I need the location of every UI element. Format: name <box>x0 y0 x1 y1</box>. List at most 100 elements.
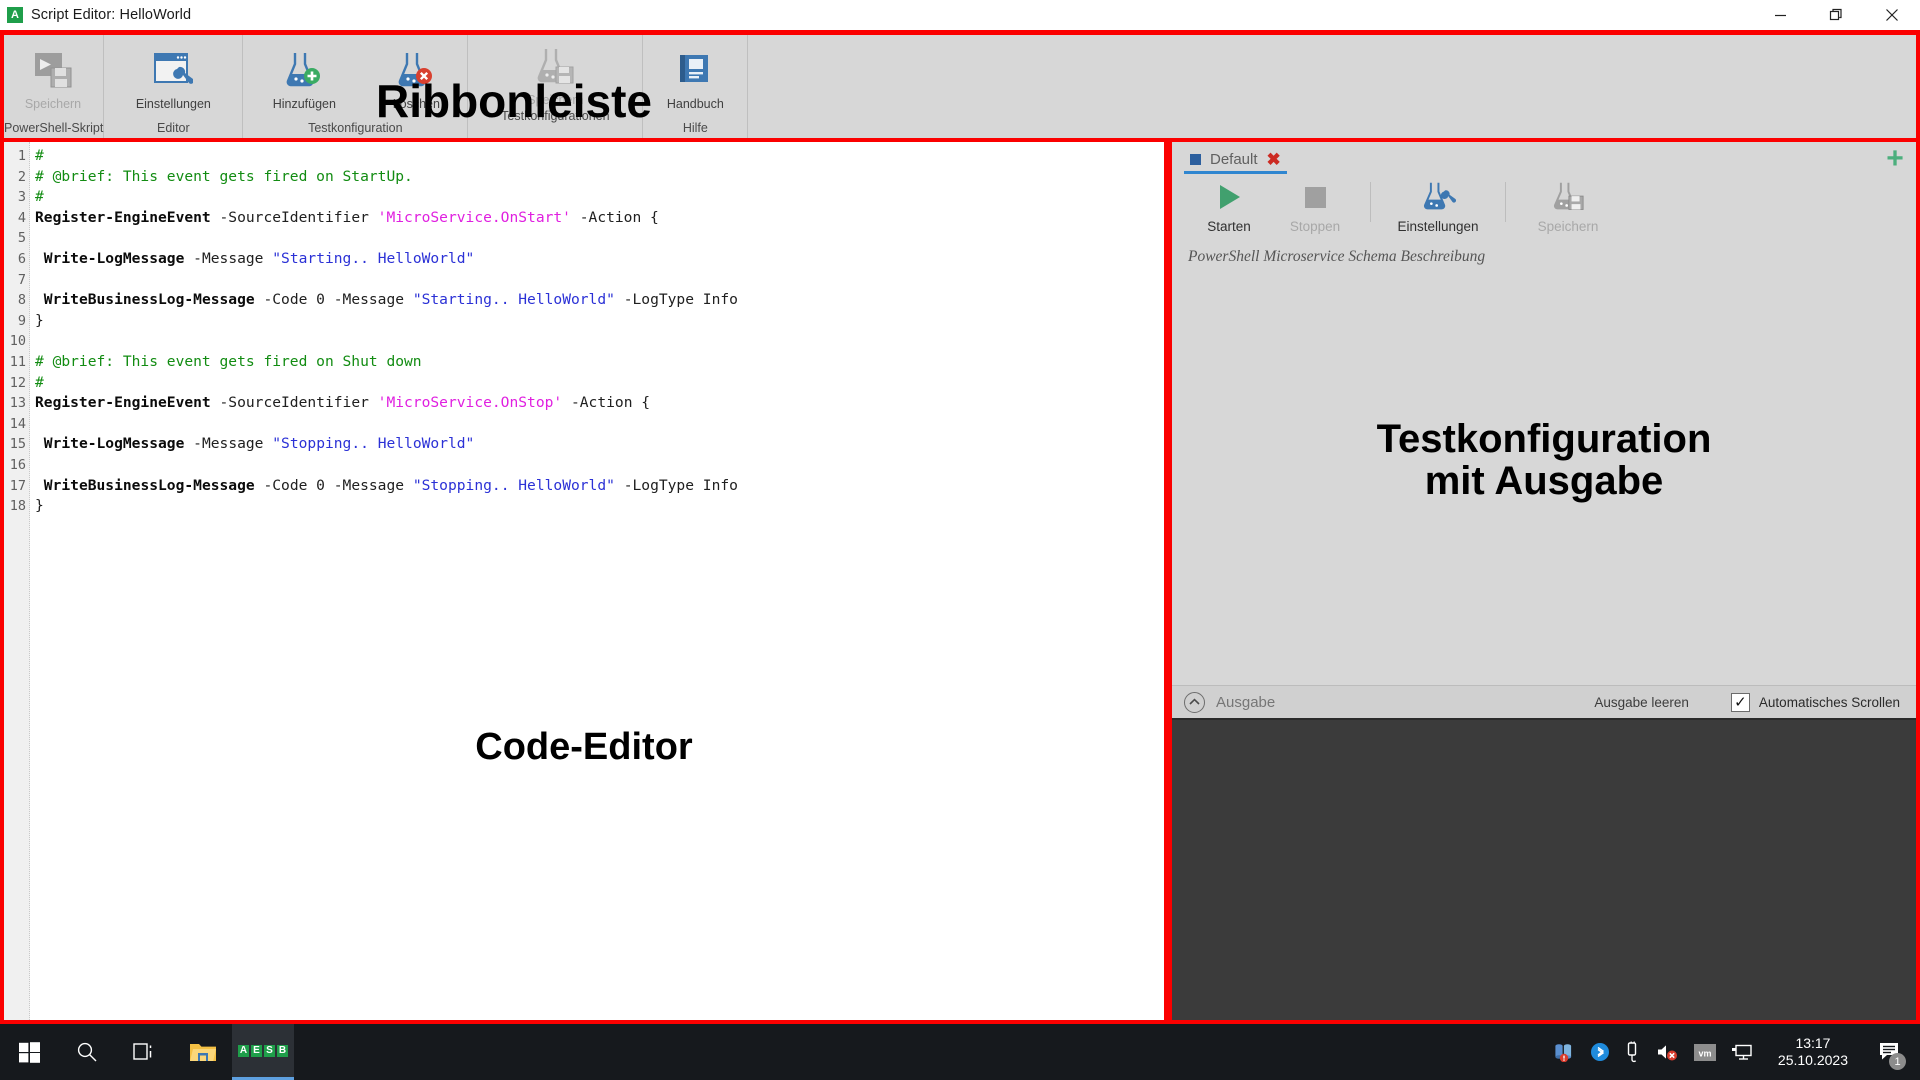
taskbar-item-aesb[interactable]: A E S B <box>232 1024 294 1080</box>
ribbon-group-editor: Einstellungen Editor <box>104 35 244 138</box>
line-number: 6 <box>17 250 26 267</box>
line-number: 16 <box>9 456 26 473</box>
system-tray: vm 13:17 25.10.2023 1 <box>1554 1024 1920 1080</box>
title-bar: A Script Editor: HelloWorld <box>0 0 1920 30</box>
code-line: # @brief: This event gets fired on Shut … <box>35 352 422 370</box>
ribbon-button-manual[interactable]: Handbuch <box>643 39 747 111</box>
clock-time: 13:17 <box>1795 1034 1831 1051</box>
ribbon-group-testkonfiguration: Hinzufügen Löschen Testkonfiguration <box>243 35 469 138</box>
maximize-button[interactable] <box>1808 0 1864 30</box>
tab-status-square-icon <box>1190 153 1201 165</box>
code-line: Register-EngineEvent -SourceIdentifier '… <box>35 208 659 226</box>
tab-default[interactable]: Default ✖ <box>1184 142 1287 176</box>
ribbon-button-add-testconfig[interactable]: Hinzufügen <box>243 39 365 111</box>
flask-save-icon <box>1550 180 1586 214</box>
toolbar-divider <box>1505 182 1506 222</box>
app-icon: A <box>7 7 23 23</box>
clear-output-button[interactable]: Ausgabe leeren <box>1594 695 1689 710</box>
file-explorer-icon[interactable] <box>174 1024 232 1080</box>
stop-button-label: Stoppen <box>1289 219 1341 234</box>
ribbon-button-save-testconfigs[interactable]: Speichern <box>468 35 642 107</box>
line-number: 12 <box>9 374 26 391</box>
window-title: Script Editor: HelloWorld <box>31 7 192 23</box>
autoscroll-checkbox[interactable]: ✓ <box>1730 692 1750 712</box>
autoscroll-control[interactable]: ✓ Automatisches Scrollen <box>1730 692 1900 712</box>
line-number: 7 <box>17 271 26 288</box>
ribbon-button-label: Hinzufügen <box>272 97 336 111</box>
ribbon-group-label: Testkonfigurationen <box>501 109 610 123</box>
ribbon-group-label: Testkonfiguration <box>308 121 403 135</box>
minimize-button[interactable] <box>1752 0 1808 30</box>
tab-label: Default <box>1210 150 1258 168</box>
notification-button[interactable]: 1 <box>1868 1024 1910 1080</box>
code-editor-scroll-area[interactable]: 1 2 3 4 5 6 7 8 9 10 11 12 13 14 15 16 17 18 # # @brief: T… <box>4 142 1164 1020</box>
network-icon[interactable] <box>1730 1042 1754 1062</box>
clock-date: 25.10.2023 <box>1777 1052 1848 1068</box>
clock[interactable]: 13:17 25.10.2023 <box>1778 1035 1848 1069</box>
vmware-icon[interactable]: vm <box>1693 1043 1716 1061</box>
test-settings-button[interactable]: Einstellungen <box>1383 176 1493 234</box>
toolbar-divider <box>1370 182 1371 222</box>
ribbon-button-save-script[interactable]: Speichern <box>4 39 102 111</box>
search-icon[interactable] <box>58 1024 116 1080</box>
ribbon-group-label: Editor <box>157 121 190 135</box>
code-line: Write-LogMessage -Message "Starting.. He… <box>43 249 475 267</box>
line-number: 4 <box>17 209 26 226</box>
stop-icon <box>1300 180 1330 214</box>
database-alert-icon[interactable] <box>1554 1042 1576 1062</box>
test-config-tab-row: Default ✖ + <box>1172 142 1916 176</box>
add-tab-button[interactable]: + <box>1884 144 1906 174</box>
stop-button[interactable]: Stoppen <box>1272 176 1358 234</box>
aesb-letter: A <box>238 1044 249 1057</box>
test-save-button[interactable]: Speichern <box>1518 176 1618 234</box>
line-number: 9 <box>17 312 26 329</box>
play-icon <box>1214 180 1244 214</box>
output-panel-title: Ausgabe <box>1216 693 1276 711</box>
flask-save-icon <box>533 45 577 87</box>
start-button[interactable]: Starten <box>1186 176 1272 234</box>
ribbon-button-label: Einstellungen <box>135 97 211 111</box>
line-number: 14 <box>9 415 26 432</box>
ribbon-bar: Speichern PowerShell-Skript Einstellunge… <box>0 30 1920 142</box>
start-button-taskbar[interactable] <box>0 1024 58 1080</box>
line-number: 18 <box>9 498 26 515</box>
code-line: Register-EngineEvent -SourceIdentifier '… <box>35 394 651 412</box>
line-number: 8 <box>17 292 26 309</box>
ribbon-button-label: Speichern <box>24 97 82 111</box>
ribbon-group-powershell-script: Speichern PowerShell-Skript <box>4 35 105 138</box>
aesb-icon: A E S B <box>238 1044 288 1057</box>
ribbon-button-label: Handbuch <box>666 97 724 111</box>
code-line: Write-LogMessage -Message "Stopping.. He… <box>43 435 475 453</box>
line-number: 2 <box>17 168 26 185</box>
test-panel-annotation-label: Testkonfiguration mit Ausgabe <box>1172 418 1916 503</box>
flask-delete-icon <box>394 49 438 91</box>
ribbon-button-label: Speichern <box>527 93 584 107</box>
task-view-icon[interactable] <box>116 1024 174 1080</box>
flask-settings-icon <box>1420 180 1456 214</box>
bluetooth-icon[interactable] <box>1590 1042 1610 1062</box>
output-console[interactable] <box>1172 718 1916 1020</box>
aesb-letter: E <box>251 1044 262 1057</box>
chevron-up-icon[interactable] <box>1184 691 1205 713</box>
code-editor-pane[interactable]: 1 2 3 4 5 6 7 8 9 10 11 12 13 14 15 16 17 18 # # @brief: T… <box>0 142 1168 1024</box>
line-number-gutter: 1 2 3 4 5 6 7 8 9 10 11 12 13 14 15 16 17 18 <box>4 142 30 1020</box>
line-number: 13 <box>9 395 26 412</box>
editor-settings-icon <box>153 49 194 91</box>
close-tab-icon[interactable]: ✖ <box>1267 151 1281 168</box>
usb-eject-icon[interactable] <box>1624 1041 1642 1063</box>
volume-muted-icon[interactable] <box>1656 1042 1680 1062</box>
ribbon-group-hilfe: Handbuch Hilfe <box>643 35 749 138</box>
ribbon-button-editor-settings[interactable]: Einstellungen <box>104 39 242 111</box>
code-text-area[interactable]: # # @brief: This event gets fired on Star… <box>30 142 1164 1020</box>
close-button[interactable] <box>1864 0 1920 30</box>
ribbon-group-testkonfigurationen: Speichern Testkonfigurationen <box>468 35 644 138</box>
line-number: 11 <box>9 353 26 370</box>
test-config-toolbar: Starten Stoppen Einstellungen Speichern <box>1172 176 1916 242</box>
ribbon-button-delete-testconfig[interactable]: Löschen <box>365 39 467 111</box>
line-number: 17 <box>9 477 26 494</box>
output-panel-header: Ausgabe Ausgabe leeren ✓ Automatisches S… <box>1172 685 1916 718</box>
code-line: # <box>35 373 44 391</box>
window-controls <box>1752 0 1920 30</box>
